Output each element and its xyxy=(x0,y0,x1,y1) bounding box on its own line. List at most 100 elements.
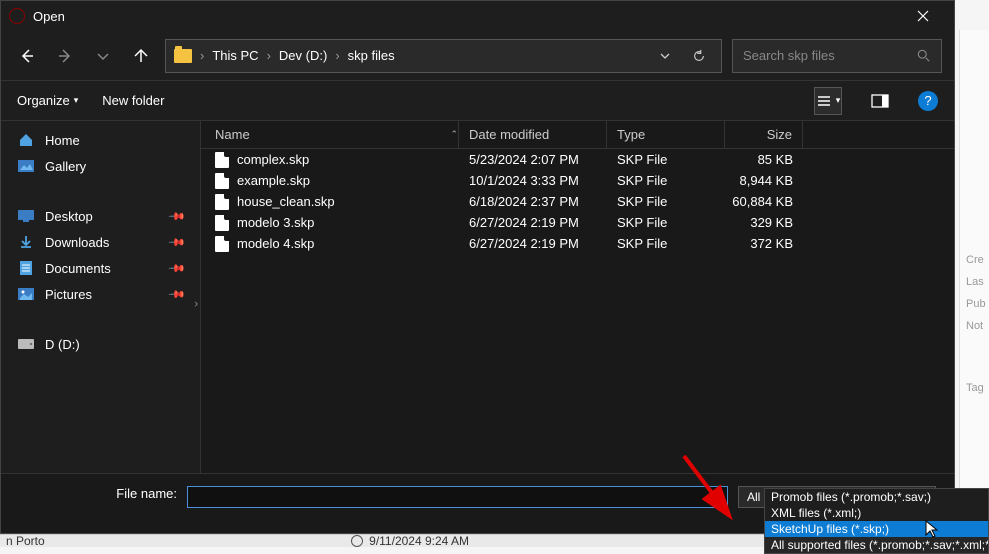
file-row[interactable]: modelo 3.skp 6/27/2024 2:19 PMSKP File329… xyxy=(201,212,954,233)
filter-option-promob[interactable]: Promob files (*.promob;*.sav;) xyxy=(765,489,988,505)
documents-icon xyxy=(17,260,35,276)
chevron-down-icon xyxy=(95,48,111,64)
file-size: 329 KB xyxy=(725,212,803,233)
refresh-icon xyxy=(692,49,706,63)
pictures-icon xyxy=(17,286,35,302)
sidebar-item-home[interactable]: Home xyxy=(1,127,200,153)
filter-option-all[interactable]: All supported files (*.promob;*.sav;*.xm… xyxy=(765,537,988,553)
file-icon xyxy=(215,236,229,252)
sidebar-item-desktop[interactable]: Desktop 📌 xyxy=(1,203,200,229)
nav-row: › This PC › Dev (D:) › skp files Search … xyxy=(1,31,954,81)
file-name: modelo 3.skp xyxy=(237,215,314,230)
help-button[interactable]: ? xyxy=(918,91,938,111)
column-header-type[interactable]: Type xyxy=(607,121,725,148)
pin-icon: 📌 xyxy=(168,207,187,226)
up-button[interactable] xyxy=(127,42,155,70)
chevron-down-icon xyxy=(659,50,671,62)
file-name: modelo 4.skp xyxy=(237,236,314,251)
sidebar: Home Gallery Desktop 📌 Downloads 📌 Docum… xyxy=(1,121,201,473)
search-box[interactable]: Search skp files xyxy=(732,39,942,73)
file-icon xyxy=(215,215,229,231)
forward-button[interactable] xyxy=(51,42,79,70)
window-title: Open xyxy=(33,9,65,24)
sort-indicator-icon: ⌃ xyxy=(450,129,458,140)
list-view-icon xyxy=(816,94,832,108)
organize-button[interactable]: Organize ▾ xyxy=(17,93,78,108)
file-row[interactable]: complex.skp5/23/2024 2:07 PMSKP File85 K… xyxy=(201,149,954,170)
arrow-left-icon xyxy=(19,48,35,64)
folder-icon xyxy=(174,49,192,63)
file-type: SKP File xyxy=(607,149,725,170)
file-row[interactable]: house_clean.skp 6/18/2024 2:37 PMSKP File… xyxy=(201,191,954,212)
column-header-size[interactable]: Size xyxy=(725,121,803,148)
taskbar-left-text: n Porto xyxy=(0,534,45,548)
sidebar-item-drive-d[interactable]: D (D:) xyxy=(1,331,200,357)
sidebar-item-documents[interactable]: Documents 📌 xyxy=(1,255,200,281)
close-icon xyxy=(917,10,929,22)
app-icon xyxy=(9,8,25,24)
chevron-down-icon: ▾ xyxy=(836,95,841,106)
file-list: Name ⌃ Date modified Type Size complex.s… xyxy=(201,121,954,473)
clock-icon xyxy=(351,535,363,547)
background-properties-panel: Cre Las Pub Not Tag xyxy=(959,30,989,510)
content-area: Home Gallery Desktop 📌 Downloads 📌 Docum… xyxy=(1,121,954,473)
file-type: SKP File xyxy=(607,233,725,254)
file-date: 6/18/2024 2:37 PM xyxy=(459,191,607,212)
file-date: 6/27/2024 2:19 PM xyxy=(459,212,607,233)
column-header-date[interactable]: Date modified xyxy=(459,121,607,148)
file-name: example.skp xyxy=(237,173,310,188)
file-icon xyxy=(215,194,229,210)
list-header: Name ⌃ Date modified Type Size xyxy=(201,121,954,149)
pin-icon: 📌 xyxy=(168,259,187,278)
recent-button[interactable] xyxy=(89,42,117,70)
crumb-dev-d[interactable]: Dev (D:) xyxy=(279,48,327,63)
file-type: SKP File xyxy=(607,170,725,191)
desktop-icon xyxy=(17,208,35,224)
sidebar-item-downloads[interactable]: Downloads 📌 xyxy=(1,229,200,255)
chevron-down-icon: ▾ xyxy=(74,95,79,106)
pin-icon: 📌 xyxy=(168,233,187,252)
file-date: 5/23/2024 2:07 PM xyxy=(459,149,607,170)
resize-handle-icon[interactable]: ⌃ xyxy=(186,299,200,309)
chevron-down-icon: ⌄ xyxy=(713,492,721,503)
file-row[interactable]: modelo 4.skp 6/27/2024 2:19 PMSKP File372… xyxy=(201,233,954,254)
close-button[interactable] xyxy=(900,1,946,31)
titlebar: Open xyxy=(1,1,954,31)
file-type: SKP File xyxy=(607,212,725,233)
downloads-icon xyxy=(17,234,35,250)
home-icon xyxy=(17,132,35,148)
column-header-name[interactable]: Name ⌃ xyxy=(201,121,459,148)
file-row[interactable]: example.skp10/1/2024 3:33 PMSKP File8,94… xyxy=(201,170,954,191)
file-size: 85 KB xyxy=(725,149,803,170)
toolbar: Organize ▾ New folder ▾ ? xyxy=(1,81,954,121)
file-icon xyxy=(215,152,229,168)
file-size: 372 KB xyxy=(725,233,803,254)
sidebar-item-pictures[interactable]: Pictures 📌 xyxy=(1,281,200,307)
filename-input[interactable]: ⌄ xyxy=(187,486,728,508)
drive-icon xyxy=(17,336,35,352)
file-name: house_clean.skp xyxy=(237,194,335,209)
file-date: 6/27/2024 2:19 PM xyxy=(459,233,607,254)
address-dropdown[interactable] xyxy=(651,50,679,62)
arrow-up-icon xyxy=(133,48,149,64)
crumb-skp-files[interactable]: skp files xyxy=(348,48,395,63)
crumb-this-pc[interactable]: This PC xyxy=(212,48,258,63)
sidebar-item-gallery[interactable]: Gallery xyxy=(1,153,200,179)
view-options-button[interactable]: ▾ xyxy=(814,87,842,115)
file-type: SKP File xyxy=(607,191,725,212)
file-size: 60,884 KB xyxy=(725,191,803,212)
address-bar[interactable]: › This PC › Dev (D:) › skp files xyxy=(165,39,722,73)
back-button[interactable] xyxy=(13,42,41,70)
chevron-right-icon: › xyxy=(335,48,339,63)
filetype-dropdown-list: Promob files (*.promob;*.sav;) XML files… xyxy=(764,488,989,554)
pin-icon: 📌 xyxy=(168,285,187,304)
chevron-right-icon: › xyxy=(200,48,204,63)
search-placeholder: Search skp files xyxy=(743,48,917,63)
filter-option-xml[interactable]: XML files (*.xml;) xyxy=(765,505,988,521)
preview-pane-button[interactable] xyxy=(866,87,894,115)
filter-option-sketchup[interactable]: SketchUp files (*.skp;) xyxy=(765,521,988,537)
refresh-button[interactable] xyxy=(685,49,713,63)
filename-label: File name: xyxy=(19,486,177,501)
new-folder-button[interactable]: New folder xyxy=(102,93,164,108)
gallery-icon xyxy=(17,158,35,174)
